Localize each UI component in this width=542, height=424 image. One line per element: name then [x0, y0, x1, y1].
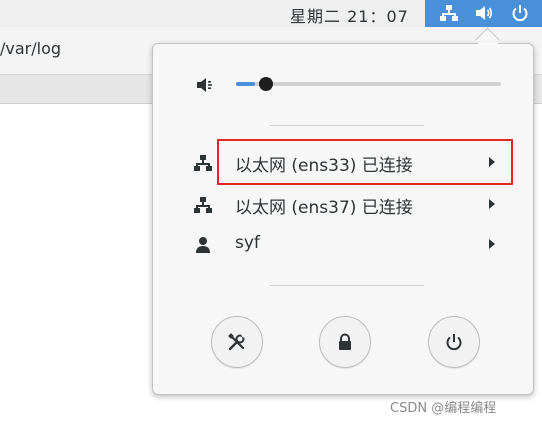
chevron-right-icon: [489, 239, 495, 249]
clock[interactable]: 星期二 21：07: [290, 3, 409, 27]
lock-button[interactable]: [319, 316, 371, 368]
top-bar: 星期二 21：07: [0, 0, 542, 27]
lock-icon: [339, 333, 351, 350]
location-path[interactable]: /var/log: [0, 39, 61, 58]
power-icon: [512, 5, 528, 22]
volume-slider-handle[interactable]: [259, 77, 273, 91]
menu-item-label: 以太网 (ens37) 已连接: [235, 198, 413, 218]
volume-slider[interactable]: [236, 77, 501, 91]
power-off-button[interactable]: [428, 316, 480, 368]
menu-item-label: syf: [235, 233, 260, 253]
power-icon: [446, 334, 462, 351]
menu-item-user[interactable]: syf: [153, 225, 533, 263]
system-tray[interactable]: [425, 0, 542, 27]
network-wired-icon: [440, 5, 458, 21]
volume-slider-fill: [236, 82, 255, 86]
settings-tools-icon: [228, 333, 245, 351]
volume-icon: [476, 6, 493, 20]
popover-arrow-join: [478, 42, 498, 45]
network-wired-icon: [194, 197, 212, 213]
highlight-box: [217, 139, 513, 185]
chevron-right-icon: [489, 199, 495, 209]
user-icon: [196, 237, 210, 253]
watermark: CSDN @编程编程: [390, 401, 497, 416]
menu-item-ethernet-ens37[interactable]: 以太网 (ens37) 已连接: [153, 185, 533, 223]
settings-button[interactable]: [211, 316, 263, 368]
separator: [270, 285, 424, 286]
speaker-icon: [197, 78, 212, 92]
separator: [270, 125, 424, 126]
network-wired-icon: [194, 155, 212, 171]
